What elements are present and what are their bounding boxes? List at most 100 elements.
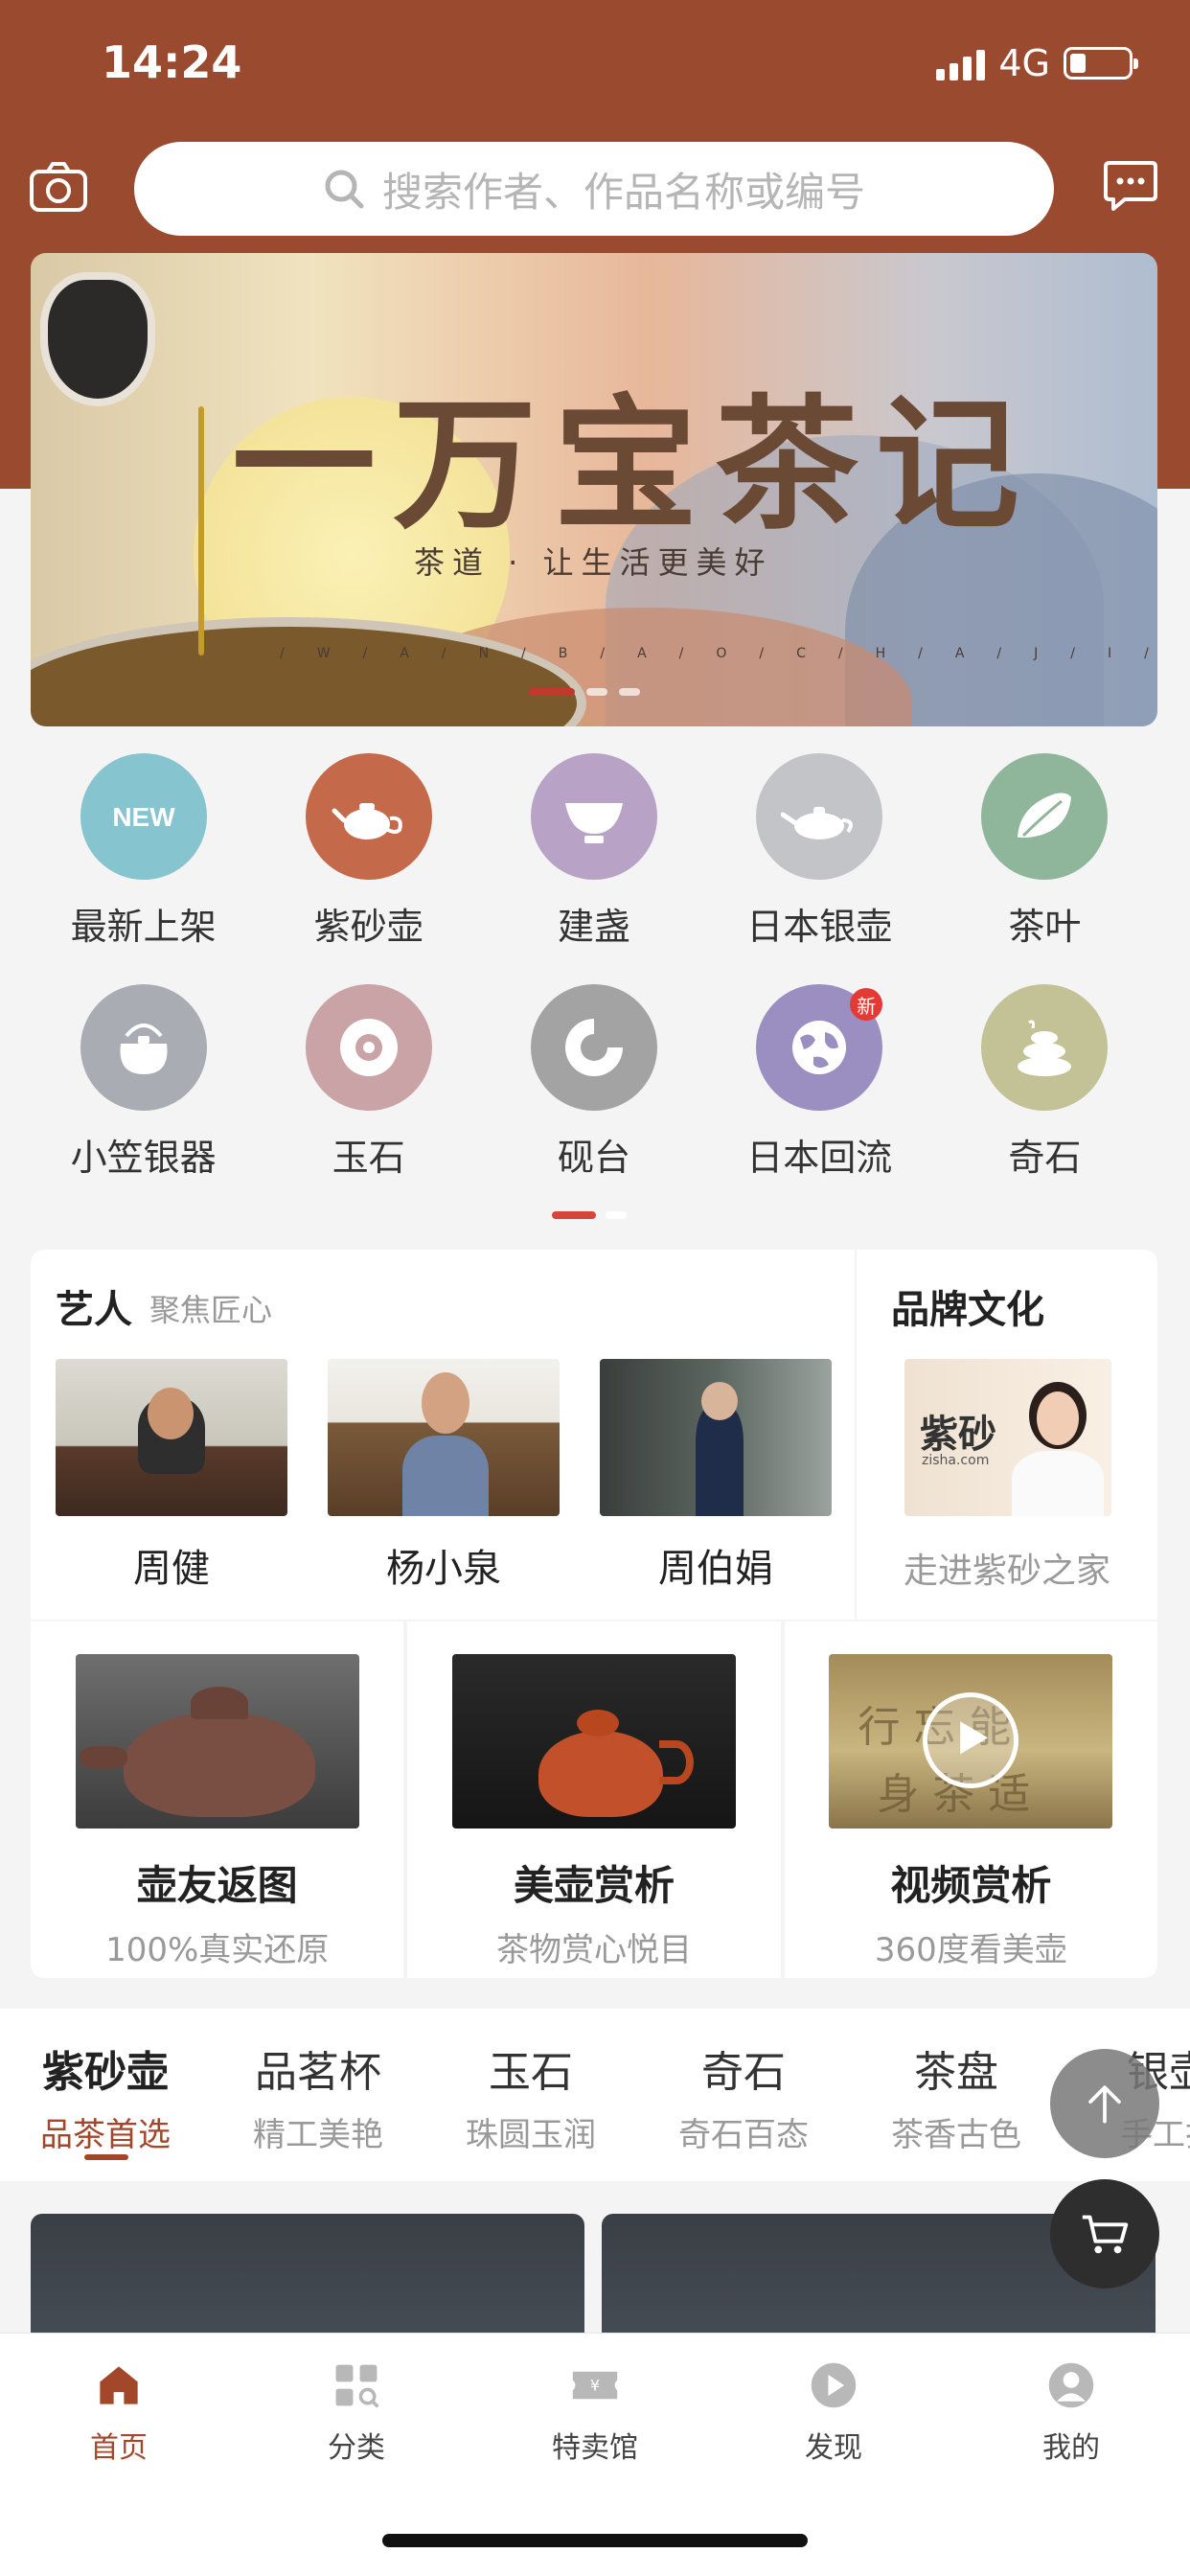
brand-image: 紫砂 zisha.com — [904, 1359, 1111, 1516]
home-indicator — [382, 2534, 808, 2547]
status-time: 14:24 — [102, 36, 242, 88]
nav-label: 特卖馆 — [552, 2431, 638, 2465]
banner-teapot-graphic — [40, 272, 155, 406]
silver-pot-icon — [756, 753, 883, 880]
artists-section: 艺人 聚焦匠心 周健 杨小泉 周伯娟 — [31, 1250, 855, 1620]
category-label: 最新上架 — [70, 906, 217, 948]
category-label: 茶叶 — [1008, 906, 1082, 948]
tab-name: 奇石 — [701, 2048, 786, 2097]
brand-logo-text: 紫砂 — [920, 1412, 996, 1457]
brand-section[interactable]: 品牌文化 紫砂 zisha.com 走进紫砂之家 — [857, 1250, 1157, 1620]
artist-card[interactable]: 周健 — [56, 1359, 287, 1593]
tab-subtitle: 珠圆玉润 — [466, 2116, 596, 2154]
promo-banner[interactable]: 一万宝茶记 茶道 · 让生活更美好 /W/A/N/B/A/O/C/H/A/J/I… — [31, 253, 1157, 726]
feature-title: 壶友返图 — [136, 1862, 298, 1909]
artist-name: 周健 — [133, 1547, 210, 1591]
svg-text:¥: ¥ — [590, 2376, 600, 2394]
nav-me[interactable]: 我的 — [995, 2358, 1148, 2466]
tab-tea-tray[interactable]: 茶盘 茶香古色 — [860, 2037, 1052, 2155]
signal-icon — [936, 46, 986, 80]
artist-name: 杨小泉 — [386, 1547, 501, 1591]
nav-flash-sale[interactable]: ¥ 特卖馆 — [518, 2358, 672, 2466]
category-label: 日本回流 — [746, 1137, 893, 1179]
home-icon — [92, 2358, 146, 2412]
tab-subtitle: 品茶首选 — [40, 2116, 171, 2154]
play-icon — [807, 2358, 860, 2412]
cart-button[interactable] — [1050, 2179, 1159, 2288]
stones-icon — [981, 984, 1109, 1111]
banner-tea-stream-graphic — [198, 406, 204, 656]
nav-label: 首页 — [90, 2431, 148, 2465]
category-item-silverware[interactable]: 小笠银器 — [31, 984, 256, 1181]
teapot-icon — [305, 753, 432, 880]
artist-photo — [328, 1359, 560, 1516]
nav-category[interactable]: 分类 — [280, 2358, 433, 2466]
tab-stones[interactable]: 奇石 奇石百态 — [648, 2037, 839, 2155]
category-item-inkstone[interactable]: 砚台 — [481, 984, 706, 1181]
banner-title: 一万宝茶记 — [232, 380, 1038, 549]
artist-photo — [600, 1359, 832, 1516]
category-item-jianzhan[interactable]: 建盏 — [481, 753, 706, 950]
category-label: 建盏 — [557, 906, 630, 948]
feature-card-appreciation[interactable]: 美壶赏析 茶物赏心悦目 — [407, 1622, 781, 1978]
tab-jade[interactable]: 玉石 珠圆玉润 — [435, 2037, 627, 2155]
nav-discover[interactable]: 发现 — [757, 2358, 910, 2466]
feature-card-photos[interactable]: 壶友返图 100%真实还原 — [31, 1622, 404, 1978]
category-item-stones[interactable]: 奇石 — [932, 984, 1157, 1181]
category-item-zisha[interactable]: 紫砂壶 — [256, 753, 481, 950]
scroll-to-top-button[interactable] — [1050, 2049, 1159, 2158]
artist-photo — [56, 1359, 287, 1516]
feature-title: 美壶赏析 — [513, 1862, 675, 1909]
network-label: 4G — [998, 42, 1050, 84]
category-label: 奇石 — [1008, 1137, 1082, 1179]
category-item-japan-return[interactable]: 新 日本回流 — [707, 984, 932, 1181]
tab-tea-cup[interactable]: 品茗杯 精工美艳 — [222, 2037, 414, 2155]
play-icon[interactable] — [923, 1692, 1019, 1788]
feature-subtitle: 100%真实还原 — [105, 1931, 330, 1969]
arrow-up-icon — [1088, 2085, 1121, 2124]
category-item-new[interactable]: NEW 最新上架 — [31, 753, 256, 950]
tab-subtitle: 茶香古色 — [891, 2116, 1021, 2154]
artists-subtitle: 聚焦匠心 — [149, 1292, 273, 1328]
category-item-jade[interactable]: 玉石 — [256, 984, 481, 1181]
feature-card-video[interactable]: 行 忘 能 身 茶 适 视频赏析 360度看美壶 — [784, 1622, 1157, 1978]
tab-name: 品茗杯 — [255, 2048, 381, 2097]
inkstone-icon — [530, 984, 657, 1111]
artist-card[interactable]: 周伯娟 — [600, 1359, 832, 1593]
feature-title: 视频赏析 — [890, 1862, 1052, 1909]
nav-home[interactable]: 首页 — [42, 2358, 195, 2466]
tea-bowl-icon — [530, 753, 657, 880]
category-grid: NEW 最新上架 紫砂壶 建盏 日本银壶 茶叶 小笠银器 玉石 砚台 新 日本回… — [31, 753, 1157, 1181]
banner-pagination — [529, 688, 640, 696]
artists-title: 艺人 — [56, 1288, 132, 1332]
feature-image: 行 忘 能 身 茶 适 — [829, 1654, 1113, 1828]
category-item-tea[interactable]: 茶叶 — [932, 753, 1157, 950]
search-input[interactable]: 搜索作者、作品名称或编号 — [134, 142, 1054, 236]
new-icon: NEW — [80, 753, 207, 880]
artist-card[interactable]: 杨小泉 — [328, 1359, 560, 1593]
message-icon[interactable] — [1102, 159, 1159, 213]
feature-image — [451, 1654, 736, 1828]
category-pagination — [552, 1211, 627, 1219]
pager-dot — [606, 1211, 627, 1219]
tab-active-indicator — [84, 2154, 128, 2160]
new-badge: 新 — [850, 988, 883, 1021]
category-label: 日本银壶 — [746, 906, 893, 948]
category-item-silver-pot[interactable]: 日本银壶 — [707, 753, 932, 950]
product-category-tabs: 紫砂壶 品茶首选 品茗杯 精工美艳 玉石 珠圆玉润 奇石 奇石百态 茶盘 茶香古… — [0, 2009, 1190, 2181]
brand-site: zisha.com — [922, 1453, 990, 1468]
camera-icon[interactable] — [29, 161, 88, 213]
nav-label: 发现 — [805, 2431, 862, 2465]
globe-icon: 新 — [756, 984, 883, 1111]
brand-subtitle: 走进紫砂之家 — [903, 1552, 1110, 1591]
jade-icon — [305, 984, 432, 1111]
tab-name: 紫砂壶 — [42, 2048, 169, 2097]
banner-dot — [619, 688, 640, 696]
banner-dot-active — [529, 688, 575, 696]
tab-zisha[interactable]: 紫砂壶 品茶首选 — [10, 2037, 201, 2155]
status-bar: 14:24 4G — [0, 0, 1190, 134]
tab-name: 玉石 — [489, 2048, 573, 2097]
tea-leaf-icon — [981, 753, 1109, 880]
ticket-icon: ¥ — [568, 2358, 622, 2412]
nav-label: 分类 — [328, 2431, 385, 2465]
